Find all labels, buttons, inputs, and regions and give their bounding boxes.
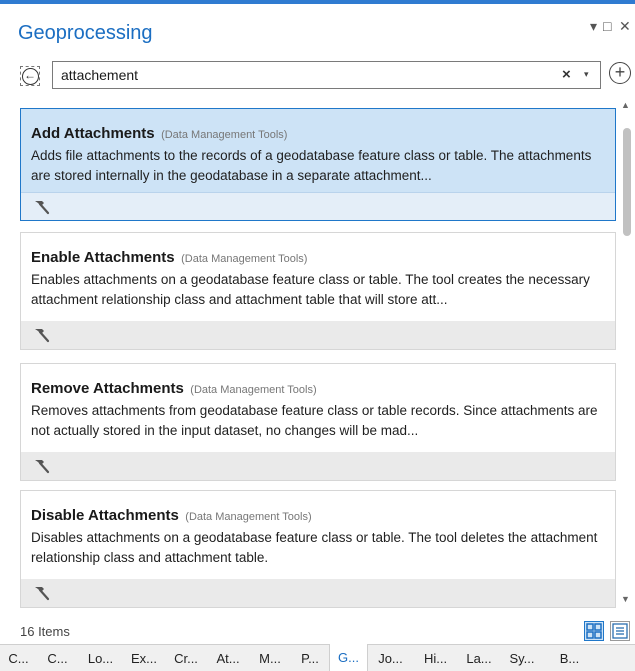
results-scrollbar[interactable]: ▲ ▼ — [620, 98, 632, 610]
tab-9[interactable]: Jo... — [368, 645, 413, 671]
tab-1[interactable]: C... — [37, 645, 78, 671]
tab-6[interactable]: M... — [249, 645, 291, 671]
result-description: Adds file attachments to the records of … — [31, 148, 592, 183]
result-card[interactable]: Enable Attachments (Data Management Tool… — [20, 232, 616, 350]
tab-13[interactable]: B... — [544, 645, 595, 671]
hammer-icon — [31, 457, 51, 475]
result-title[interactable]: Disable Attachments — [31, 507, 179, 524]
close-icon[interactable]: ✕ — [619, 18, 631, 34]
tab-11[interactable]: La... — [458, 645, 500, 671]
tab-0[interactable]: C... — [0, 645, 37, 671]
tab-8[interactable]: G... — [329, 644, 368, 671]
result-category: (Data Management Tools) — [190, 384, 317, 396]
result-card-header: Enable Attachments (Data Management Tool… — [21, 233, 615, 312]
result-card-header: Remove Attachments (Data Management Tool… — [21, 364, 615, 443]
result-category: (Data Management Tools) — [181, 253, 308, 265]
items-count: 16 Items — [20, 624, 70, 639]
results-list: Add Attachments (Data Management Tools) A… — [0, 98, 635, 610]
result-category: (Data Management Tools) — [185, 511, 312, 523]
result-title[interactable]: Remove Attachments — [31, 380, 184, 397]
result-card[interactable]: Remove Attachments (Data Management Tool… — [20, 363, 616, 481]
hammer-icon — [31, 584, 51, 602]
search-input[interactable] — [61, 65, 551, 85]
options-dropdown-icon[interactable]: ▾ — [590, 18, 597, 34]
tab-7[interactable]: P... — [291, 645, 329, 671]
back-button[interactable]: ← — [20, 66, 40, 86]
clear-search-icon[interactable]: × — [562, 66, 571, 83]
result-description: Removes attachments from geodatabase fea… — [31, 403, 598, 438]
result-title[interactable]: Enable Attachments — [31, 249, 175, 266]
tab-10[interactable]: Hi... — [413, 645, 458, 671]
result-description: Enables attachments on a geodatabase fea… — [31, 272, 590, 307]
back-arrow-icon: ← — [21, 67, 39, 85]
pane-header: Geoprocessing ▾ □ ✕ — [0, 4, 635, 56]
result-card-footer — [21, 579, 615, 607]
scroll-down-icon[interactable]: ▼ — [621, 594, 630, 604]
hammer-icon — [31, 198, 51, 216]
list-view-icon — [612, 623, 628, 639]
result-card-header: Disable Attachments (Data Management Too… — [21, 491, 615, 570]
list-view-button[interactable] — [610, 621, 630, 641]
grid-view-button[interactable] — [584, 621, 604, 641]
pane-title: Geoprocessing — [18, 22, 153, 44]
tab-5[interactable]: At... — [207, 645, 249, 671]
tab-12[interactable]: Sy... — [500, 645, 544, 671]
status-bar: 16 Items — [0, 614, 635, 644]
result-card-footer — [21, 452, 615, 480]
result-title[interactable]: Add Attachments — [31, 125, 155, 142]
scroll-thumb[interactable] — [623, 128, 631, 236]
result-card-footer — [21, 192, 615, 220]
hammer-icon — [31, 326, 51, 344]
result-card[interactable]: Disable Attachments (Data Management Too… — [20, 490, 616, 608]
result-card-header: Add Attachments (Data Management Tools) A… — [21, 109, 615, 188]
tab-2[interactable]: Lo... — [78, 645, 123, 671]
scroll-up-icon[interactable]: ▲ — [621, 100, 630, 110]
result-card-footer — [21, 321, 615, 349]
result-card[interactable]: Add Attachments (Data Management Tools) A… — [20, 108, 616, 221]
search-box: × ▾ — [52, 61, 601, 89]
search-dropdown-icon[interactable]: ▾ — [584, 69, 589, 80]
tab-4[interactable]: Cr... — [165, 645, 207, 671]
add-plus-icon[interactable]: + — [609, 62, 631, 84]
search-row: ← × ▾ + — [0, 58, 635, 92]
maximize-icon[interactable]: □ — [603, 18, 611, 34]
grid-view-icon — [586, 623, 602, 639]
result-description: Disables attachments on a geodatabase fe… — [31, 530, 598, 565]
tab-3[interactable]: Ex... — [123, 645, 165, 671]
pane-tab-strip: C... C... Lo... Ex... Cr... At... M... P... G...… — [0, 644, 635, 671]
result-category: (Data Management Tools) — [161, 129, 288, 141]
